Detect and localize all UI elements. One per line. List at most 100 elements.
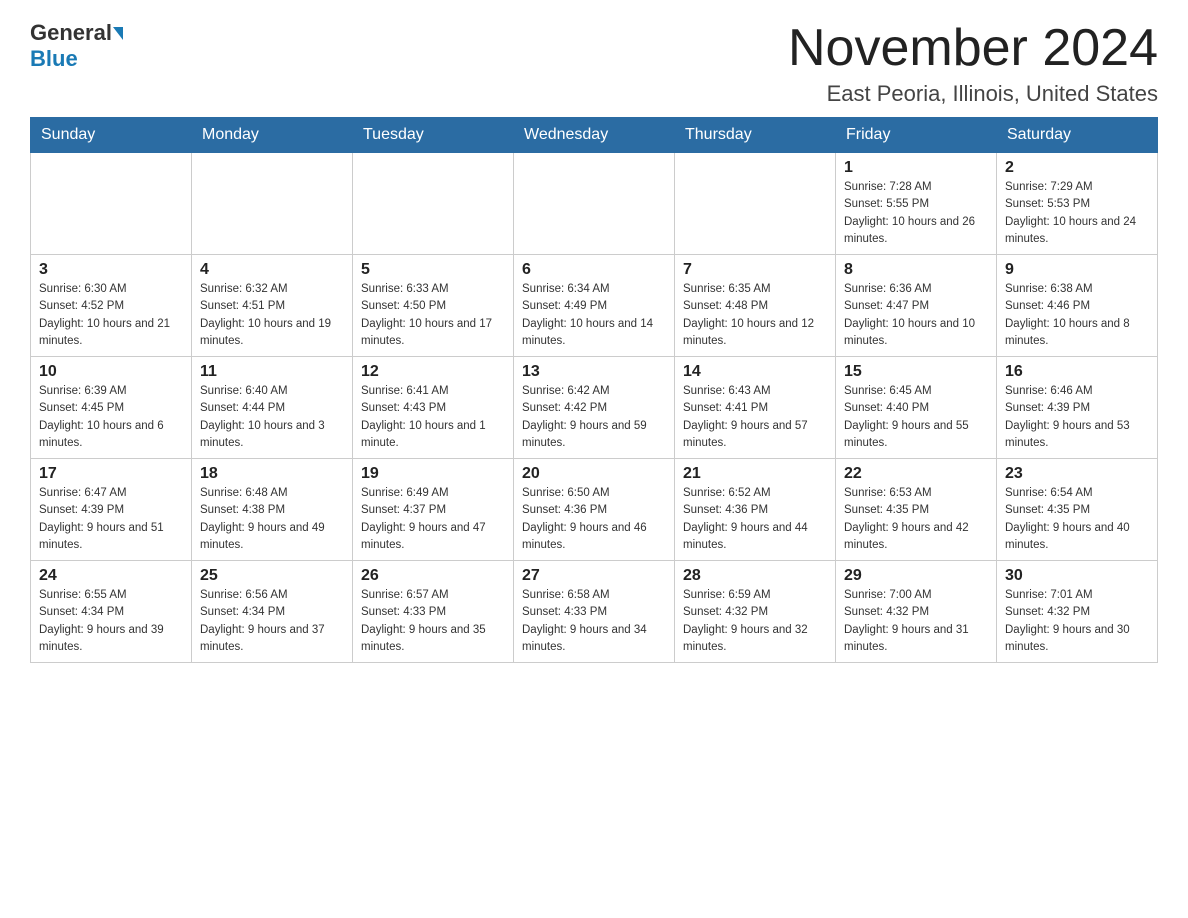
calendar-cell: 24Sunrise: 6:55 AMSunset: 4:34 PMDayligh… — [31, 561, 192, 663]
calendar-cell: 6Sunrise: 6:34 AMSunset: 4:49 PMDaylight… — [514, 255, 675, 357]
calendar-cell — [192, 153, 353, 255]
page-header: General Blue November 2024 East Peoria, … — [30, 20, 1158, 107]
calendar-cell: 15 Sunrise: 6:45 AMSunset: 4:40 PMDayligh… — [836, 357, 997, 459]
calendar-header-row: Sunday Monday Tuesday Wednesday Thursday… — [31, 118, 1158, 153]
day-number: 1 — [844, 159, 988, 177]
calendar-table: Sunday Monday Tuesday Wednesday Thursday… — [30, 117, 1158, 663]
logo-triangle-icon — [113, 27, 123, 40]
location-title: East Peoria, Illinois, United States — [788, 81, 1158, 107]
day-info: Sunrise: 6:53 AMSunset: 4:35 PMDaylight:… — [844, 485, 988, 554]
day-info: Sunrise: 6:57 AMSunset: 4:33 PMDaylight:… — [361, 587, 505, 656]
day-info: Sunrise: 6:55 AMSunset: 4:34 PMDaylight:… — [39, 587, 183, 656]
day-number: 16 — [1005, 363, 1149, 381]
calendar-cell — [675, 153, 836, 255]
day-info: Sunrise: 6:36 AMSunset: 4:47 PMDaylight:… — [844, 281, 988, 350]
col-monday: Monday — [192, 118, 353, 153]
day-info: Sunrise: 7:28 AMSunset: 5:55 PMDaylight:… — [844, 179, 988, 248]
day-number: 26 — [361, 567, 505, 585]
day-number: 22 — [844, 465, 988, 483]
day-info: Sunrise: 6:50 AMSunset: 4:36 PMDaylight:… — [522, 485, 666, 554]
day-info: Sunrise: 6:41 AMSunset: 4:43 PMDaylight:… — [361, 383, 505, 452]
day-info: Sunrise: 6:47 AMSunset: 4:39 PMDaylight:… — [39, 485, 183, 554]
col-tuesday: Tuesday — [353, 118, 514, 153]
calendar-cell: 2Sunrise: 7:29 AMSunset: 5:53 PMDaylight… — [997, 153, 1158, 255]
calendar-cell: 29 Sunrise: 7:00 AMSunset: 4:32 PMDayligh… — [836, 561, 997, 663]
day-info: Sunrise: 6:30 AMSunset: 4:52 PMDaylight:… — [39, 281, 183, 350]
calendar-week-row-4: 17Sunrise: 6:47 AMSunset: 4:39 PMDayligh… — [31, 459, 1158, 561]
calendar-cell: 19Sunrise: 6:49 AMSunset: 4:37 PMDayligh… — [353, 459, 514, 561]
calendar-cell: 28 Sunrise: 6:59 AMSunset: 4:32 PMDayligh… — [675, 561, 836, 663]
calendar-cell: 4 Sunrise: 6:32 AMSunset: 4:51 PMDaylight… — [192, 255, 353, 357]
day-number: 21 — [683, 465, 827, 483]
calendar-cell: 30Sunrise: 7:01 AMSunset: 4:32 PMDayligh… — [997, 561, 1158, 663]
day-info: Sunrise: 6:46 AMSunset: 4:39 PMDaylight:… — [1005, 383, 1149, 452]
calendar-week-row-5: 24Sunrise: 6:55 AMSunset: 4:34 PMDayligh… — [31, 561, 1158, 663]
day-info: Sunrise: 6:32 AMSunset: 4:51 PMDaylight:… — [200, 281, 344, 350]
day-info: Sunrise: 6:45 AMSunset: 4:40 PMDaylight:… — [844, 383, 988, 452]
calendar-cell: 26 Sunrise: 6:57 AMSunset: 4:33 PMDayligh… — [353, 561, 514, 663]
day-info: Sunrise: 6:54 AMSunset: 4:35 PMDaylight:… — [1005, 485, 1149, 554]
col-thursday: Thursday — [675, 118, 836, 153]
logo: General Blue — [30, 20, 123, 72]
day-number: 13 — [522, 363, 666, 381]
calendar-cell: 16 Sunrise: 6:46 AMSunset: 4:39 PMDayligh… — [997, 357, 1158, 459]
day-info: Sunrise: 6:42 AMSunset: 4:42 PMDaylight:… — [522, 383, 666, 452]
day-info: Sunrise: 6:59 AMSunset: 4:32 PMDaylight:… — [683, 587, 827, 656]
day-number: 7 — [683, 261, 827, 279]
day-info: Sunrise: 6:48 AMSunset: 4:38 PMDaylight:… — [200, 485, 344, 554]
calendar-cell: 21Sunrise: 6:52 AMSunset: 4:36 PMDayligh… — [675, 459, 836, 561]
col-friday: Friday — [836, 118, 997, 153]
calendar-week-row-3: 10Sunrise: 6:39 AMSunset: 4:45 PMDayligh… — [31, 357, 1158, 459]
title-area: November 2024 East Peoria, Illinois, Uni… — [788, 20, 1158, 107]
calendar-cell — [31, 153, 192, 255]
day-number: 29 — [844, 567, 988, 585]
day-info: Sunrise: 7:01 AMSunset: 4:32 PMDaylight:… — [1005, 587, 1149, 656]
calendar-cell: 25Sunrise: 6:56 AMSunset: 4:34 PMDayligh… — [192, 561, 353, 663]
day-number: 3 — [39, 261, 183, 279]
day-info: Sunrise: 6:35 AMSunset: 4:48 PMDaylight:… — [683, 281, 827, 350]
month-title: November 2024 — [788, 20, 1158, 77]
day-info: Sunrise: 6:49 AMSunset: 4:37 PMDaylight:… — [361, 485, 505, 554]
day-number: 20 — [522, 465, 666, 483]
day-number: 27 — [522, 567, 666, 585]
day-number: 10 — [39, 363, 183, 381]
calendar-cell: 14Sunrise: 6:43 AMSunset: 4:41 PMDayligh… — [675, 357, 836, 459]
calendar-cell: 11 Sunrise: 6:40 AMSunset: 4:44 PMDayligh… — [192, 357, 353, 459]
logo-blue-text: Blue — [30, 46, 78, 71]
col-wednesday: Wednesday — [514, 118, 675, 153]
calendar-cell: 13 Sunrise: 6:42 AMSunset: 4:42 PMDayligh… — [514, 357, 675, 459]
calendar-cell: 20 Sunrise: 6:50 AMSunset: 4:36 PMDayligh… — [514, 459, 675, 561]
day-info: Sunrise: 7:29 AMSunset: 5:53 PMDaylight:… — [1005, 179, 1149, 248]
day-number: 5 — [361, 261, 505, 279]
day-number: 25 — [200, 567, 344, 585]
calendar-cell: 22 Sunrise: 6:53 AMSunset: 4:35 PMDayligh… — [836, 459, 997, 561]
day-number: 28 — [683, 567, 827, 585]
calendar-cell: 18Sunrise: 6:48 AMSunset: 4:38 PMDayligh… — [192, 459, 353, 561]
calendar-cell: 7 Sunrise: 6:35 AMSunset: 4:48 PMDaylight… — [675, 255, 836, 357]
col-saturday: Saturday — [997, 118, 1158, 153]
day-info: Sunrise: 6:58 AMSunset: 4:33 PMDaylight:… — [522, 587, 666, 656]
day-number: 11 — [200, 363, 344, 381]
calendar-cell: 23Sunrise: 6:54 AMSunset: 4:35 PMDayligh… — [997, 459, 1158, 561]
day-info: Sunrise: 6:38 AMSunset: 4:46 PMDaylight:… — [1005, 281, 1149, 350]
calendar-cell: 1 Sunrise: 7:28 AMSunset: 5:55 PMDaylight… — [836, 153, 997, 255]
day-info: Sunrise: 7:00 AMSunset: 4:32 PMDaylight:… — [844, 587, 988, 656]
calendar-cell: 8 Sunrise: 6:36 AMSunset: 4:47 PMDaylight… — [836, 255, 997, 357]
day-info: Sunrise: 6:33 AMSunset: 4:50 PMDaylight:… — [361, 281, 505, 350]
day-number: 12 — [361, 363, 505, 381]
day-number: 4 — [200, 261, 344, 279]
day-number: 15 — [844, 363, 988, 381]
day-info: Sunrise: 6:43 AMSunset: 4:41 PMDaylight:… — [683, 383, 827, 452]
logo-text: General — [30, 20, 123, 46]
calendar-cell — [353, 153, 514, 255]
col-sunday: Sunday — [31, 118, 192, 153]
calendar-week-row-1: 1 Sunrise: 7:28 AMSunset: 5:55 PMDaylight… — [31, 153, 1158, 255]
calendar-cell: 27 Sunrise: 6:58 AMSunset: 4:33 PMDayligh… — [514, 561, 675, 663]
day-number: 8 — [844, 261, 988, 279]
calendar-week-row-2: 3 Sunrise: 6:30 AMSunset: 4:52 PMDaylight… — [31, 255, 1158, 357]
calendar-cell: 5 Sunrise: 6:33 AMSunset: 4:50 PMDaylight… — [353, 255, 514, 357]
day-number: 6 — [522, 261, 666, 279]
day-info: Sunrise: 6:40 AMSunset: 4:44 PMDaylight:… — [200, 383, 344, 452]
calendar-cell: 9Sunrise: 6:38 AMSunset: 4:46 PMDaylight… — [997, 255, 1158, 357]
calendar-cell: 3 Sunrise: 6:30 AMSunset: 4:52 PMDaylight… — [31, 255, 192, 357]
